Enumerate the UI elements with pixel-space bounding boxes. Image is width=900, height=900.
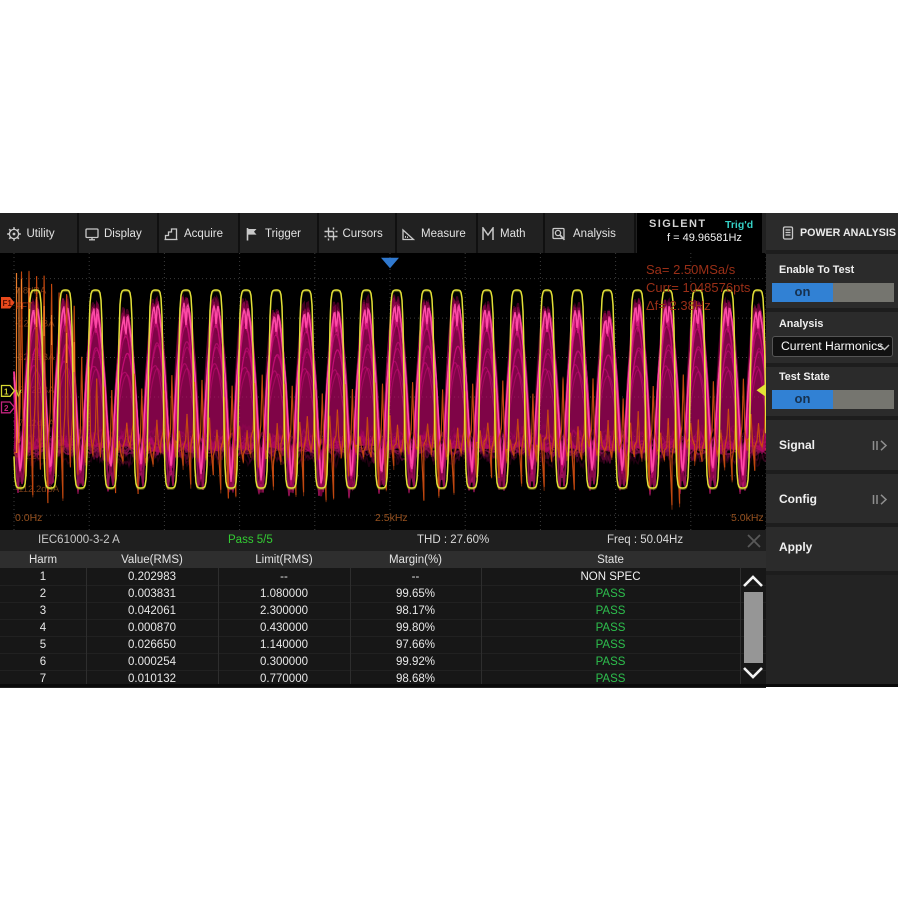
svg-text:1: 1 [4, 388, 9, 397]
svg-text:V: V [16, 389, 22, 399]
svg-text:0.0Hz: 0.0Hz [15, 512, 42, 524]
svg-text:F1: F1 [3, 299, 13, 308]
svg-text:Δf= 2.38Hz: Δf= 2.38Hz [646, 298, 711, 313]
svg-text:Curr= 1048576pts: Curr= 1048576pts [646, 280, 751, 295]
svg-text:2.5kHz: 2.5kHz [375, 512, 408, 524]
svg-text:FFT: FFT [16, 301, 33, 311]
svg-text:Sa= 2.50MSa/s: Sa= 2.50MSa/s [646, 262, 736, 277]
svg-text:5.0kHz: 5.0kHz [731, 512, 764, 524]
svg-text:2: 2 [4, 404, 9, 413]
